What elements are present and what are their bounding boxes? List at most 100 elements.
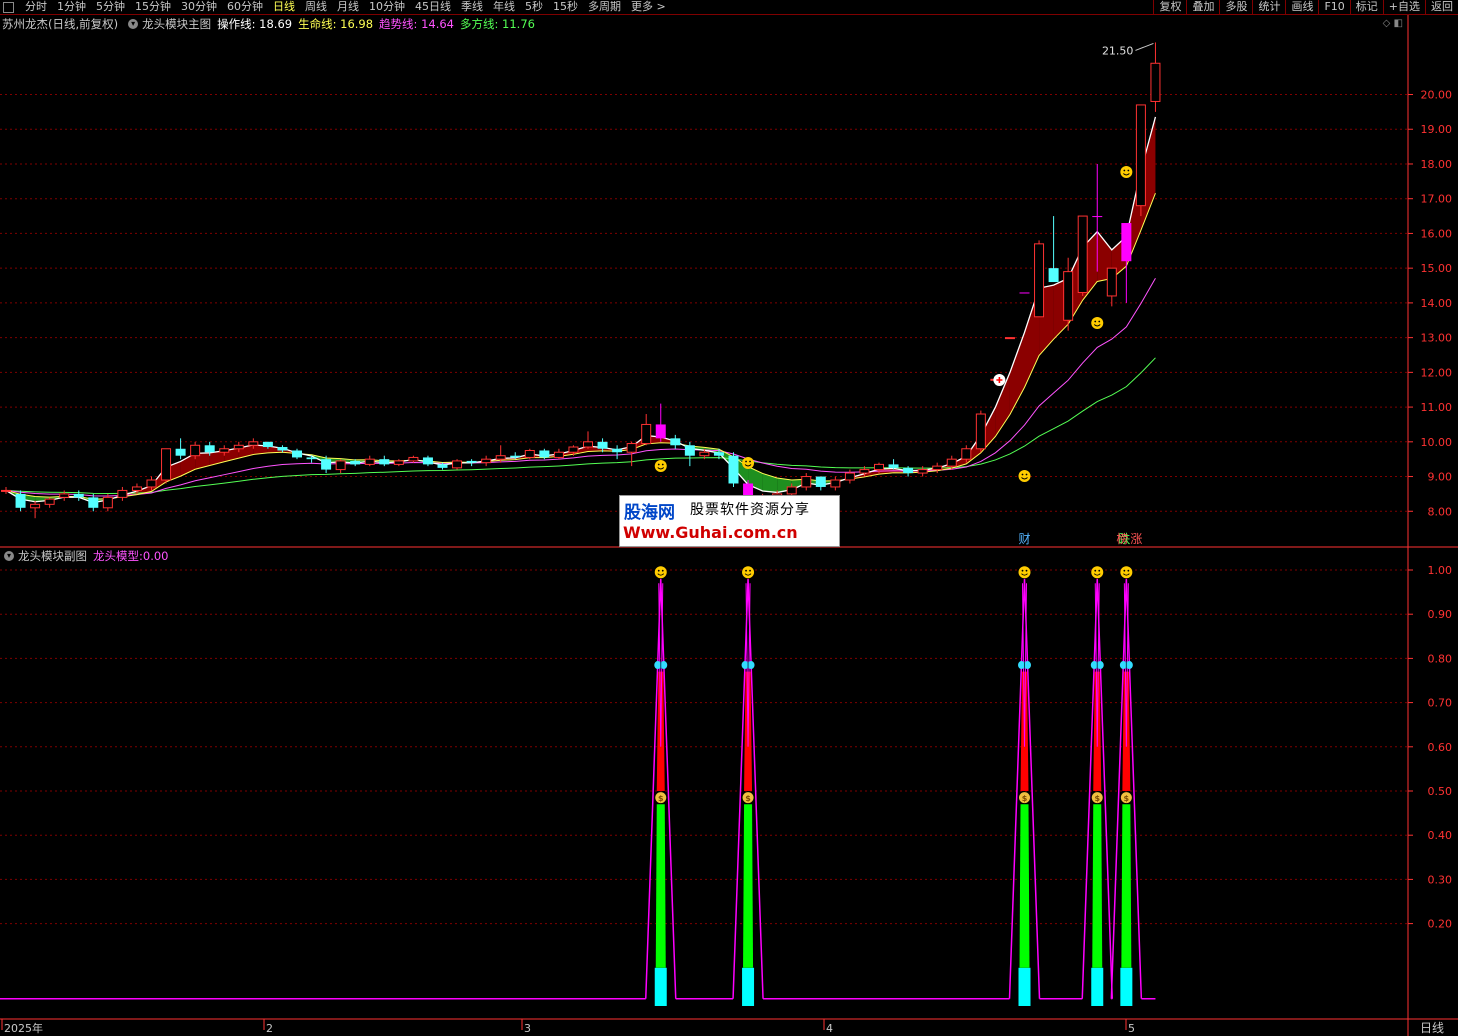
candle-body	[1121, 223, 1132, 262]
smiley-icon	[654, 566, 667, 579]
candle-body	[321, 459, 332, 470]
candle-body	[364, 458, 375, 465]
money-bag-icon: $	[655, 792, 667, 804]
candle-body	[510, 455, 521, 458]
sub-tick-label: 0.30	[1428, 873, 1453, 886]
smiley-eye	[1025, 569, 1028, 572]
sub-tick-label: 0.50	[1428, 785, 1453, 798]
sub-green-bar	[1121, 804, 1132, 968]
candle-body	[350, 460, 361, 465]
candle-body	[524, 449, 535, 458]
sub-tick-label: 0.90	[1428, 608, 1453, 621]
butterfly-wing	[1096, 661, 1104, 670]
candle-body	[1, 489, 11, 492]
smiley-eye	[1127, 569, 1130, 572]
smiley-icon	[742, 457, 755, 469]
candle-body	[15, 493, 26, 508]
price-tick-label: 10.00	[1421, 436, 1453, 449]
candle-body	[874, 463, 884, 471]
candle-body	[1004, 337, 1015, 340]
plus-circle-icon	[993, 374, 1006, 386]
candle-body	[1048, 268, 1059, 283]
candle-body	[277, 447, 288, 451]
candle-body	[815, 476, 826, 487]
candle-body	[233, 444, 244, 450]
candle-body	[670, 438, 681, 446]
butterfly-icon	[654, 661, 668, 670]
price-tick-label: 11.00	[1421, 401, 1453, 414]
candle-body	[932, 465, 943, 471]
candle-body	[1150, 62, 1161, 102]
watermark-logo: 股海网	[624, 503, 675, 523]
candle-body	[728, 455, 739, 484]
butterfly-wing	[747, 661, 755, 670]
money-bag-symbol: $	[658, 794, 664, 803]
candle-body	[801, 476, 812, 488]
butterfly-icon	[1090, 661, 1104, 670]
money-bag-icon: $	[1120, 792, 1132, 804]
candle-body	[44, 498, 55, 505]
sub-tick-label: 0.40	[1428, 829, 1453, 842]
smiley-eye	[1098, 320, 1101, 323]
sub-cyan-bar	[742, 967, 755, 1006]
price-tick-label: 12.00	[1421, 366, 1453, 379]
smiley-icon	[1018, 470, 1031, 482]
candle-body	[379, 459, 390, 465]
smiley-eye	[661, 569, 664, 572]
candle-body	[248, 441, 259, 446]
butterfly-wing	[1090, 661, 1098, 670]
candle-body	[539, 450, 550, 458]
price-tick-label: 14.00	[1421, 297, 1453, 310]
candle-body	[917, 469, 928, 474]
smiley-face	[1091, 317, 1104, 329]
money-bag-icon: $	[742, 792, 754, 804]
butterfly-wing	[1125, 661, 1133, 670]
signal-tag: 榜	[1116, 531, 1128, 546]
sub-cyan-bar	[1018, 967, 1031, 1006]
smiley-eye	[1123, 169, 1126, 172]
candle-body	[713, 452, 724, 456]
smiley-eye	[745, 569, 747, 572]
smiley-eye	[661, 463, 664, 466]
smiley-icon	[742, 566, 755, 579]
candle-body	[641, 423, 652, 445]
candle-body	[1077, 215, 1088, 293]
date-label: 2025年	[4, 1021, 43, 1035]
smiley-eye	[749, 460, 751, 463]
butterfly-icon	[741, 661, 755, 670]
candle-body	[495, 455, 506, 460]
candle-body	[1092, 216, 1103, 218]
smiley-face	[742, 457, 755, 469]
smiley-face	[1091, 566, 1104, 579]
candle-body	[1135, 104, 1146, 207]
money-bag-symbol: $	[1094, 794, 1100, 803]
candle-body	[335, 460, 346, 471]
candle-body	[146, 479, 157, 488]
butterfly-wing	[1024, 661, 1031, 670]
smiley-eye	[749, 569, 751, 572]
smiley-icon	[1120, 166, 1133, 178]
date-label: 2	[266, 1022, 273, 1035]
candle-body	[888, 464, 899, 468]
candle-body	[262, 441, 273, 448]
date-label: 5	[1128, 1022, 1135, 1035]
candle-body	[88, 497, 99, 508]
candle-body	[699, 451, 710, 457]
money-bag-symbol: $	[745, 794, 751, 803]
watermark-slogan: 股票软件资源分享	[690, 502, 810, 518]
price-tick-label: 16.00	[1421, 227, 1453, 240]
trend-ribbon-segment	[1009, 332, 1025, 415]
candle-body	[30, 503, 41, 509]
smiley-eye	[1025, 473, 1028, 476]
smiley-eye	[1094, 569, 1097, 572]
candle-body	[830, 479, 841, 488]
candle-body	[161, 448, 172, 481]
candle-body	[408, 456, 419, 462]
candle-body	[204, 445, 215, 453]
smiley-icon	[1018, 566, 1031, 579]
money-bag-icon: $	[1091, 792, 1103, 804]
candle-body	[597, 441, 608, 449]
candle-body	[452, 460, 463, 469]
candle-body	[1019, 292, 1030, 294]
sub-green-bar	[655, 804, 666, 968]
